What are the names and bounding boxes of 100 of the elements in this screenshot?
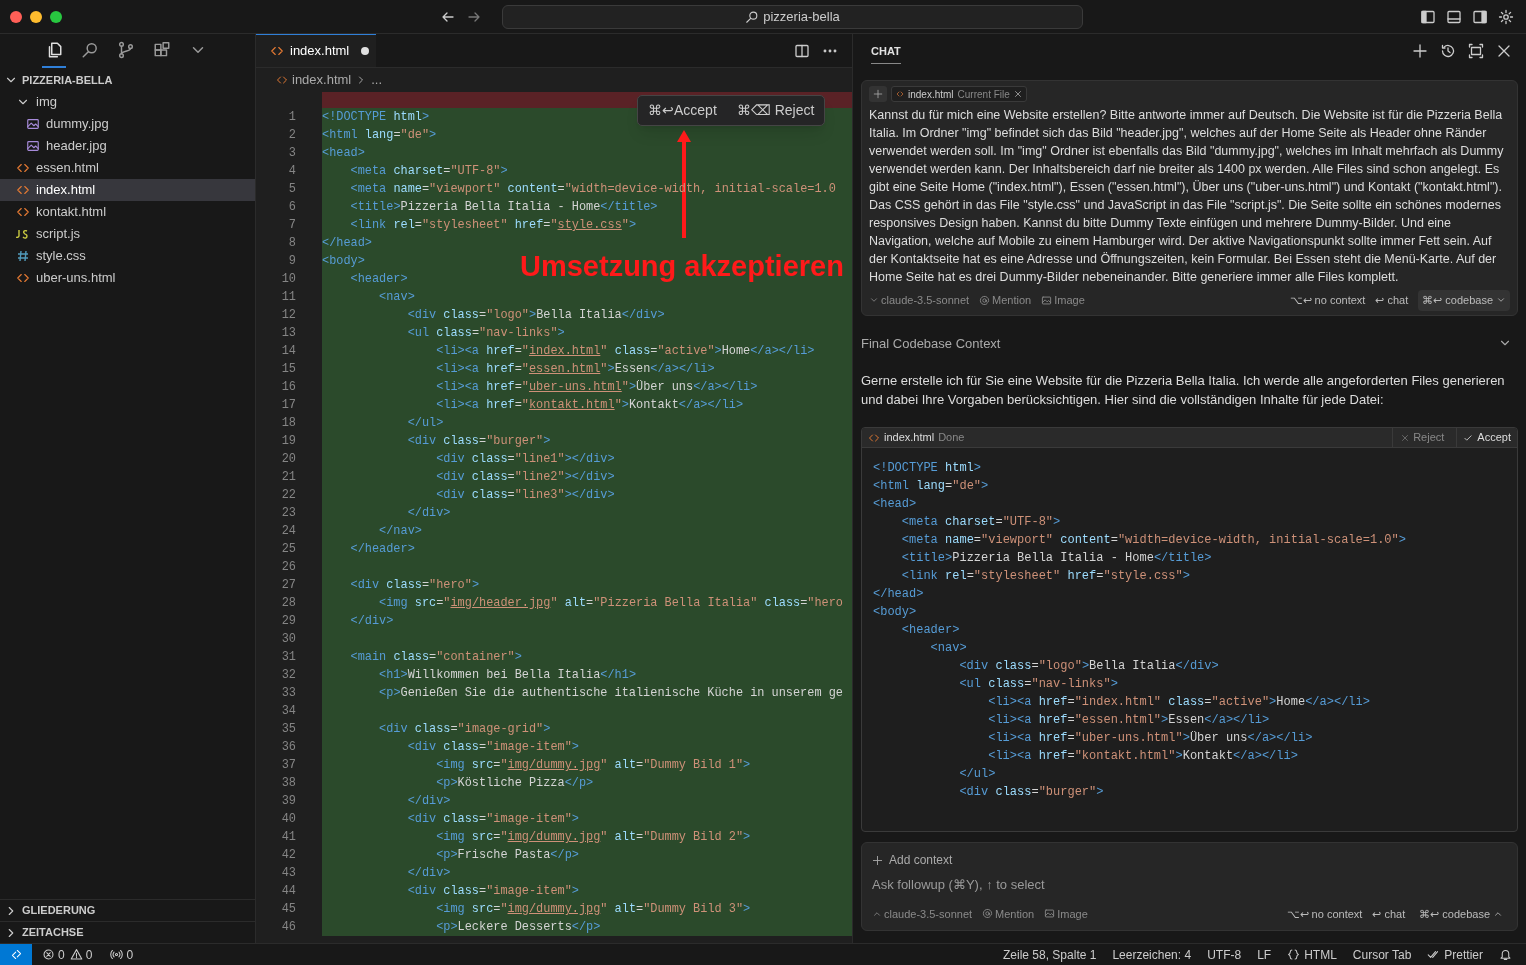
html-file-icon xyxy=(16,205,30,219)
status-item[interactable]: Leerzeichen: 4 xyxy=(1112,945,1192,964)
file-item[interactable]: script.js xyxy=(0,223,255,245)
explorer-root[interactable]: PIZZERIA-BELLA xyxy=(0,69,255,91)
html-file-icon xyxy=(16,271,30,285)
picture-icon xyxy=(1044,908,1056,920)
line-number: 30 xyxy=(280,631,296,648)
line-number: 46 xyxy=(280,919,296,936)
plus-icon xyxy=(873,89,883,99)
line-number: 27 xyxy=(280,577,296,594)
file-item[interactable]: index.html xyxy=(0,179,255,201)
panel-layout-icon[interactable] xyxy=(1446,8,1462,25)
html-file-icon xyxy=(270,44,284,58)
close-window-button[interactable] xyxy=(10,10,22,23)
breadcrumb-item[interactable]: ... xyxy=(371,70,383,90)
file-item[interactable]: header.jpg xyxy=(0,135,255,157)
line-number: 32 xyxy=(280,667,296,684)
line-number: 3 xyxy=(287,145,296,162)
branch-icon xyxy=(117,41,135,59)
search-icon xyxy=(745,9,760,24)
line-number: 34 xyxy=(280,703,296,720)
history-icon[interactable] xyxy=(1440,43,1456,59)
line-number: 41 xyxy=(280,829,296,846)
mention-button[interactable]: Mention xyxy=(982,905,1035,922)
image-button[interactable]: Image xyxy=(1044,905,1088,922)
section-header[interactable]: GLIEDERUNG xyxy=(0,899,255,921)
prompt-message: Kannst du für mich eine Website erstellen? Bitte antworte immer auf Deutsch. Die Website ist für die Pizzeria Bella Italia. Im Ordner "img" befindet sich das Bild "header.jpg", welches auf der Home Seite als Header ohne Ränder verwendet werden soll. Im "img" Ordner ist ebenfalls das Bild "dummy.jpg", welches im Inhalt mehrfach als Dummy verwendet werden kann. Der Inhaltsbereich darf nie breiter als 1400 px werden. Alle Files sind schon angelegt. Es gibt eine Seite Home ("index.html"), Essen ("essen.html"), Über uns ("uber-uns.html") und Kontakt ("kontakt.html"). Das CSS gehört in das File "style.css" und JavaScript in das File "script.js". Die Seite sollte ein schönes modernes responsives Design haben. Kannst du bitte Dummy Texte einfügen und mehrere Dummy-Bilder. Und eine Navigation, welche auf Mobile zu einem Hamburger wird. Der aktive Navigationspunkt sollte immer Fett sein. Auf der Kontaktseite hat es eine Adresse und Öffnungszeiten, kein Formular. Bei Essen steht die Menü-Karte. Auf der Home Seite hat es drei Dummy-Bilder nebeneinander. Bitte generiere immer alle Files komplett. xyxy=(869,107,1505,286)
minimize-window-button[interactable] xyxy=(30,10,42,23)
close-icon[interactable] xyxy=(1013,90,1022,98)
code-line: <meta name="viewport" content="width=device-width, initial-scale=1.0"> xyxy=(900,532,1407,549)
line-number: 20 xyxy=(280,451,296,468)
line-number: 36 xyxy=(280,739,296,756)
error-icon xyxy=(42,948,55,961)
line-number: 18 xyxy=(280,415,296,432)
model-selector[interactable]: claude-3.5-sonnet xyxy=(869,292,970,309)
maximize-icon[interactable] xyxy=(1468,43,1484,59)
line-number: 6 xyxy=(287,199,296,216)
status-item[interactable]: UTF-8 xyxy=(1207,945,1242,964)
code-line: </ul> xyxy=(958,766,997,783)
line-number: 19 xyxy=(280,433,296,450)
split-editor-icon[interactable] xyxy=(794,42,810,59)
status-item[interactable]: Prettier xyxy=(1427,945,1483,964)
extensions-icon xyxy=(153,41,171,59)
file-item[interactable]: style.css xyxy=(0,245,255,267)
settings-icon[interactable] xyxy=(1498,8,1514,25)
broadcast-icon xyxy=(110,948,124,961)
folder-item[interactable]: img xyxy=(0,91,255,113)
code-line: <div class="burger"> xyxy=(958,784,1105,801)
line-number: 1 xyxy=(287,109,296,126)
line-number: 28 xyxy=(280,595,296,612)
codebase-button[interactable]: ⌘↩ codebase xyxy=(1418,290,1510,311)
secondary-sidebar-layout-icon[interactable] xyxy=(1472,8,1488,25)
line-number: 11 xyxy=(280,289,296,306)
chat-tab[interactable]: CHAT xyxy=(871,38,901,64)
model-selector[interactable]: claude-3.5-sonnet xyxy=(872,905,973,922)
no-context-button[interactable]: ⌥↩ no context xyxy=(1289,292,1366,309)
code-line: <link rel="stylesheet" href="style.css"> xyxy=(900,568,1191,585)
accept-button[interactable]: Accept xyxy=(1456,428,1517,447)
sidebar-layout-icon[interactable] xyxy=(1420,8,1436,25)
mention-button[interactable]: Mention xyxy=(979,292,1032,309)
line-number: 29 xyxy=(280,613,296,630)
code-line: <ul class="nav-links"> xyxy=(958,676,1119,693)
plus-icon[interactable] xyxy=(1412,43,1428,59)
file-item[interactable]: essen.html xyxy=(0,157,255,179)
zoom-window-button[interactable] xyxy=(50,10,62,23)
line-number: 44 xyxy=(280,883,296,900)
bell-icon[interactable] xyxy=(1499,948,1512,961)
code-line: <html lang="de"> xyxy=(873,478,990,495)
close-icon[interactable] xyxy=(1496,43,1512,59)
file-item[interactable]: uber-uns.html xyxy=(0,267,255,289)
image-button[interactable]: Image xyxy=(1041,292,1085,309)
status-label: Done xyxy=(938,430,965,446)
followup-input[interactable]: Ask followup (⌘Y), ↑ to select xyxy=(872,875,1507,895)
problems-button[interactable]: 0 0 xyxy=(42,945,93,964)
status-item[interactable]: HTML xyxy=(1287,945,1337,964)
file-item[interactable]: dummy.jpg xyxy=(0,113,255,135)
chat-button[interactable]: ↩ chat xyxy=(1375,292,1409,309)
at-icon xyxy=(979,294,991,306)
remote-button[interactable] xyxy=(0,944,32,965)
status-item[interactable]: LF xyxy=(1257,945,1272,964)
file-item[interactable]: kontakt.html xyxy=(0,201,255,223)
reject-button[interactable]: Reject xyxy=(1392,428,1453,447)
file-name: index.html xyxy=(884,430,935,446)
context-chip[interactable]: index.html Current File xyxy=(891,86,1027,102)
code-line: <li><a href="kontakt.html">Kontakt</a></li> xyxy=(987,748,1299,765)
chat-button[interactable]: ↩ chat xyxy=(1372,905,1406,922)
breadcrumb-item[interactable]: index.html xyxy=(292,70,352,90)
line-number: 4 xyxy=(287,163,296,180)
status-item[interactable]: Zeile 58, Spalte 1 xyxy=(1003,945,1097,964)
add-context-button[interactable]: Add context xyxy=(872,851,1507,869)
html-file-icon xyxy=(868,431,880,444)
status-item[interactable]: Cursor Tab xyxy=(1352,945,1412,964)
editor-tab[interactable]: index.html xyxy=(256,34,376,67)
search-field[interactable]: pizzeria-bella xyxy=(502,4,1083,29)
context-section-header[interactable]: Final Codebase Context xyxy=(861,333,1518,353)
ports-button[interactable]: 0 xyxy=(110,945,134,964)
no-context-button[interactable]: ⌥↩ no context xyxy=(1286,905,1363,922)
codebase-button[interactable]: ⌘↩ codebase xyxy=(1415,903,1507,924)
line-number: 37 xyxy=(280,757,296,774)
double-check-icon xyxy=(1427,948,1441,961)
